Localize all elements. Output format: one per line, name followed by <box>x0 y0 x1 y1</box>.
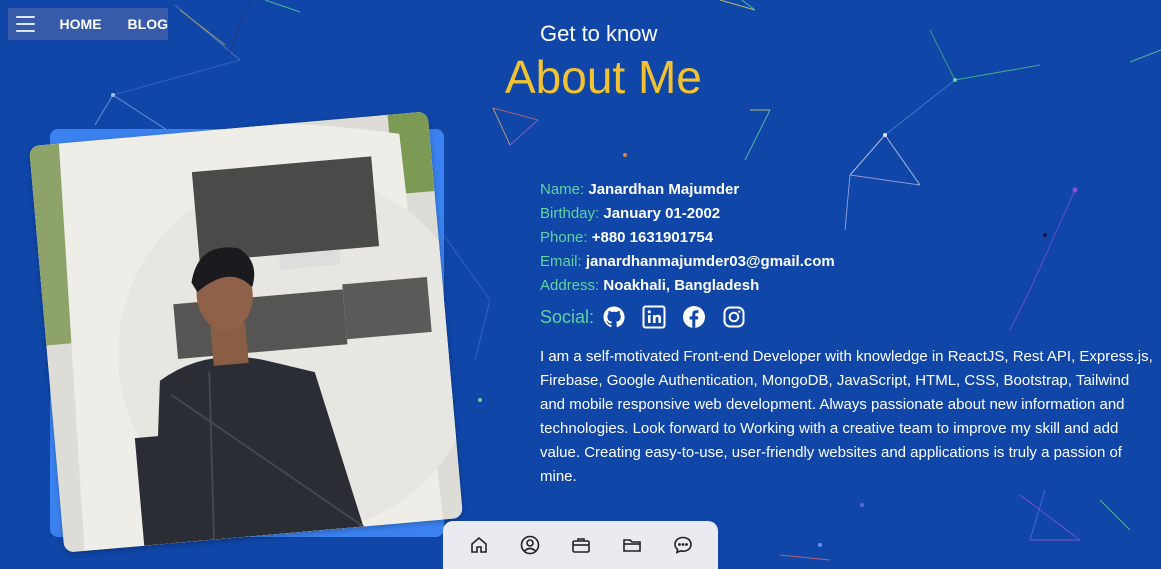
social-label: Social: <box>540 306 595 327</box>
email-label: Email: <box>540 253 582 270</box>
facebook-icon[interactable] <box>682 305 706 329</box>
address-label: Address: <box>540 277 600 294</box>
info-name-row: Name: Janardhan Majumder <box>540 178 1160 202</box>
birthday-value: January 01-2002 <box>603 205 721 222</box>
section-kicker: Get to know <box>540 21 658 46</box>
folder-icon[interactable] <box>620 533 644 557</box>
phone-label: Phone: <box>540 229 588 246</box>
bottom-dock <box>443 521 718 569</box>
birthday-label: Birthday: <box>540 205 600 222</box>
github-icon[interactable] <box>602 305 626 329</box>
phone-value: +880 1631901754 <box>591 229 714 246</box>
nav-blog-link[interactable]: BLOG <box>128 16 168 32</box>
section-title: About Me <box>505 51 702 103</box>
instagram-icon[interactable] <box>722 305 746 329</box>
info-birthday-row: Birthday: January 01-2002 <box>540 202 1160 226</box>
linkedin-icon[interactable] <box>642 305 666 329</box>
briefcase-icon[interactable] <box>569 533 593 557</box>
name-value: Janardhan Majumder <box>588 181 740 198</box>
bio-paragraph: I am a self-motivated Front-end Develope… <box>540 348 1153 485</box>
address-value: Noakhali, Bangladesh <box>603 277 760 294</box>
hamburger-menu-icon[interactable] <box>16 16 35 32</box>
chat-icon[interactable] <box>671 533 695 557</box>
personal-info: Name: Janardhan Majumder Birthday: Janua… <box>540 178 1160 330</box>
social-links: Social: <box>540 304 1160 330</box>
profile-photo <box>28 111 464 553</box>
home-icon[interactable] <box>467 533 491 557</box>
name-label: Name: <box>540 181 585 198</box>
info-email-row: Email: janardhanmajumder03@gmail.com <box>540 250 1160 274</box>
top-navigation: HOME BLOG <box>8 8 168 40</box>
info-address-row: Address: Noakhali, Bangladesh <box>540 274 1160 298</box>
info-phone-row: Phone: +880 1631901754 <box>540 226 1160 250</box>
nav-home-link[interactable]: HOME <box>60 16 102 32</box>
user-icon[interactable] <box>518 533 542 557</box>
email-value: janardhanmajumder03@gmail.com <box>585 253 835 270</box>
